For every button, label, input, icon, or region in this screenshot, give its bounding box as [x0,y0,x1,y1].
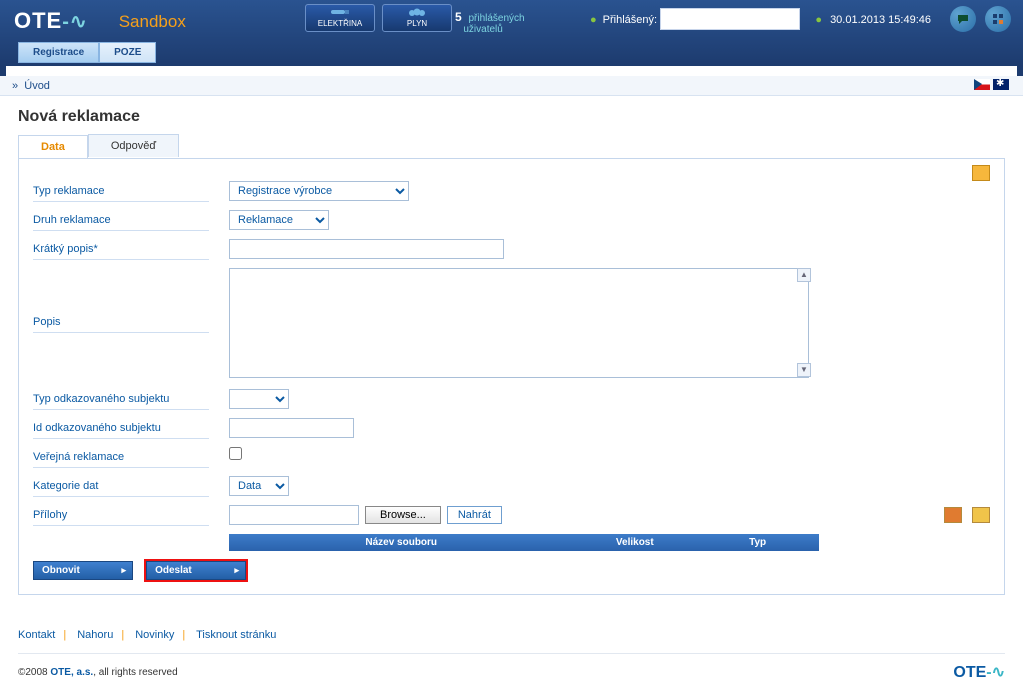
odeslat-button[interactable]: Odeslat [146,561,246,580]
breadcrumb-home-link[interactable]: Úvod [24,80,50,92]
footer-links: Kontakt| Nahoru| Novinky| Tisknout strán… [0,611,1023,647]
nav-registrace-button[interactable]: Registrace [18,42,99,63]
page-title: Nová reklamace [0,96,1023,134]
kategorie-label: Kategorie dat [33,476,209,497]
form-panel: Typ reklamace Registrace výrobce Druh re… [18,158,1005,595]
language-flags [974,79,1009,93]
form-actions: Obnovit Odeslat [33,551,990,580]
delete-attachment-icon[interactable] [944,507,962,523]
logo[interactable]: OTE-∿ [14,0,88,34]
attachments-table: Název souboru Velikost Typ [229,534,819,551]
datetime: 30.01.2013 15:49:46 [815,14,931,26]
flame-icon [406,7,428,19]
popis-label: Popis [33,268,209,333]
logo-text: OTE [14,8,62,33]
spacer [0,66,1023,76]
footer-tisknout-link[interactable]: Tisknout stránku [196,629,276,641]
footer-nahoru-link[interactable]: Nahoru [77,629,113,641]
th-typ: Typ [696,534,819,551]
kratky-popis-label: Krátký popis* [33,239,209,260]
verejna-label: Veřejná reklamace [33,447,209,468]
tabs: DataOdpověď [0,134,1023,158]
footer-logo: OTE-∿ [953,662,1005,682]
user-count-label1: přihlášených [468,13,524,24]
tab-odpoved[interactable]: Odpověď [88,134,179,157]
tab-data[interactable]: Data [18,135,88,159]
copy-year: ©2008 [18,667,50,678]
flag-en-icon[interactable] [993,79,1009,90]
subnav: RegistracePOZE [18,42,156,63]
browse-button[interactable]: Browse... [365,506,441,524]
id-subjektu-input[interactable] [229,418,354,438]
logo-wave-icon: -∿ [62,11,87,33]
flag-cz-icon[interactable] [974,79,990,90]
add-attachment-icon[interactable] [972,507,990,523]
module-elektrina-label: ELEKTŘINA [318,19,362,28]
module-elektrina-button[interactable]: ELEKTŘINA [305,4,375,32]
footer-novinky-link[interactable]: Novinky [135,629,174,641]
kratky-popis-input[interactable] [229,239,504,259]
chat-icon[interactable] [950,6,976,32]
th-nazev: Název souboru [229,534,573,551]
module-plyn-button[interactable]: PLYN [382,4,452,32]
user-count-label2: uživatelů [463,24,502,35]
verejna-checkbox[interactable] [229,447,242,460]
nav-poze-button[interactable]: POZE [99,42,156,63]
upload-button[interactable]: Nahrát [447,506,502,524]
apps-icon[interactable] [985,6,1011,32]
typ-reklamace-select[interactable]: Registrace výrobce [229,181,409,201]
typ-subjektu-label: Typ odkazovaného subjektu [33,389,209,410]
popis-textarea[interactable] [229,268,809,378]
logged-user-label: Přihlášený: [590,14,657,26]
file-name-display [229,505,359,525]
plug-icon [329,7,351,17]
druh-reklamace-select[interactable]: Reklamace [229,210,329,230]
typ-subjektu-select[interactable] [229,389,289,409]
typ-reklamace-label: Typ reklamace [33,181,209,202]
breadcrumb-arrow: » [12,80,18,92]
obnovit-button[interactable]: Obnovit [33,561,133,580]
sandbox-label: Sandbox [91,0,186,32]
breadcrumb: » Úvod [0,76,1023,96]
kategorie-select[interactable]: Data [229,476,289,496]
id-subjektu-label: Id odkazovaného subjektu [33,418,209,439]
copyright: ©2008 OTE, a.s., all rights reserved OTE… [18,653,1005,696]
module-buttons: ELEKTŘINA PLYN [305,4,456,32]
scroll-down-icon[interactable]: ▼ [797,363,811,377]
prilohy-label: Přílohy [33,505,209,526]
header-icons [944,6,1011,35]
table-header: Název souboru Velikost Typ [229,534,819,551]
copy-rights: , all rights reserved [93,667,177,678]
footer-kontakt-link[interactable]: Kontakt [18,629,55,641]
module-plyn-label: PLYN [407,19,427,28]
footer-logo-text: OTE [953,664,986,681]
panel-action-icon[interactable] [972,165,990,181]
logged-user-name [660,8,800,30]
scroll-up-icon[interactable]: ▲ [797,268,811,282]
th-velikost: Velikost [573,534,696,551]
user-count-number: 5 [455,10,462,24]
druh-reklamace-label: Druh reklamace [33,210,209,231]
app-header: OTE-∿ Sandbox ELEKTŘINA PLYN 5 přihlášen… [0,0,1023,66]
footer-wave-icon: -∿ [986,664,1005,681]
user-count: 5 přihlášených uživatelů [455,10,525,35]
copy-company: OTE, a.s. [50,667,93,678]
